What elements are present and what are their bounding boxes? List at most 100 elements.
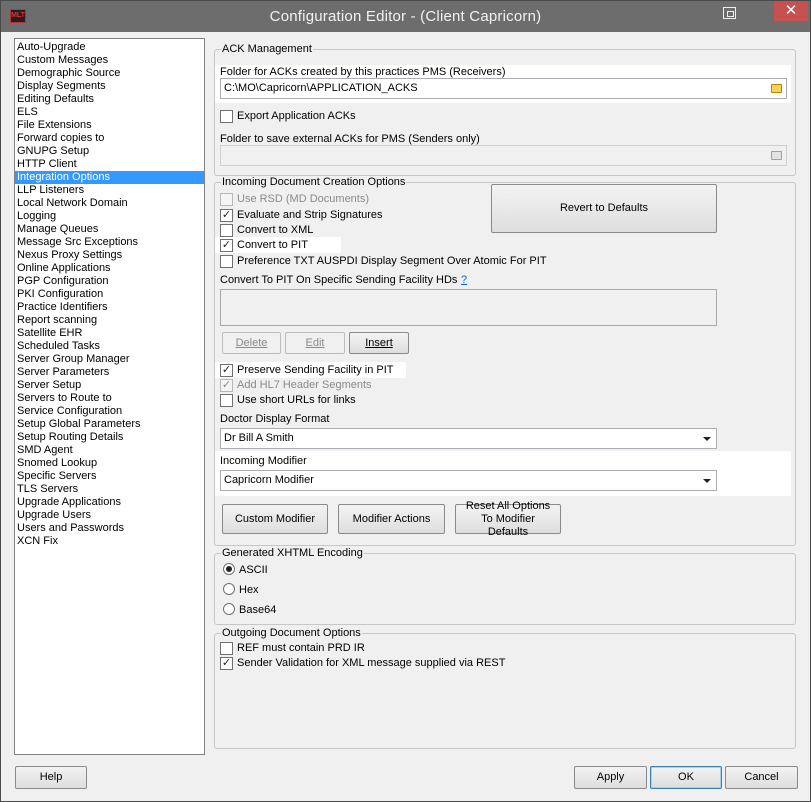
delete-button-label: Delete — [235, 336, 268, 349]
restore-window-icon[interactable] — [723, 7, 736, 19]
category-items: Auto-Upgrade Custom Messages Demographic S… — [15, 39, 204, 548]
window-title: Configuration Editor - (Client Capricorn… — [269, 8, 542, 25]
sidebar-item[interactable]: Server Parameters — [15, 366, 204, 379]
ref-prd-checkbox[interactable] — [220, 642, 233, 655]
apply-button[interactable]: Apply — [574, 766, 647, 789]
sidebar-item[interactable]: Server Group Manager — [15, 353, 204, 366]
outgoing-options-title: Outgoing Document Options — [221, 627, 362, 639]
sidebar-item[interactable]: XCN Fix — [15, 535, 204, 548]
doctor-format-select[interactable]: Dr Bill A Smith — [220, 428, 717, 449]
sidebar-item[interactable]: Upgrade Applications — [15, 496, 204, 509]
sidebar-item[interactable]: Online Applications — [15, 262, 204, 275]
encoding-hex-radio[interactable] — [223, 583, 235, 595]
export-acks-label: Export Application ACKs — [237, 110, 356, 122]
export-acks-checkbox[interactable] — [220, 110, 233, 123]
sidebar-item[interactable]: Message Src Exceptions — [15, 236, 204, 249]
sidebar-item[interactable]: File Extensions — [15, 119, 204, 132]
sidebar-item[interactable]: Forward copies to — [15, 132, 204, 145]
convert-xml-label: Convert to XML — [237, 224, 314, 236]
cancel-button[interactable]: Cancel — [725, 766, 798, 789]
sidebar-item[interactable]: Auto-Upgrade — [15, 41, 204, 54]
insert-button[interactable]: Insert — [349, 332, 409, 354]
encoding-base64-radio[interactable] — [223, 603, 235, 615]
sending-facility-list[interactable] — [220, 289, 717, 326]
sidebar-item[interactable]: Editing Defaults — [15, 93, 204, 106]
ref-prd-label: REF must contain PRD IR — [237, 642, 365, 654]
sidebar-item[interactable]: Setup Global Parameters — [15, 418, 204, 431]
modifier-actions-button[interactable]: Modifier Actions — [338, 504, 445, 534]
use-rsd-checkbox — [220, 193, 233, 206]
edit-button: Edit — [285, 332, 345, 354]
sidebar-item[interactable]: Setup Routing Details — [15, 431, 204, 444]
preserve-facility-checkbox[interactable]: ✓ — [220, 364, 233, 377]
short-urls-label: Use short URLs for links — [237, 394, 356, 406]
convert-pit-checkbox[interactable]: ✓ — [220, 239, 233, 252]
sidebar-item[interactable]: Display Segments — [15, 80, 204, 93]
sidebar-item[interactable]: Snomed Lookup — [15, 457, 204, 470]
sidebar-item[interactable]: Integration Options — [15, 171, 204, 184]
sidebar-item[interactable]: PGP Configuration — [15, 275, 204, 288]
sidebar-item[interactable]: Logging — [15, 210, 204, 223]
sidebar-item[interactable]: Report scanning — [15, 314, 204, 327]
insert-button-label: Insert — [365, 336, 393, 349]
incoming-modifier-value: Capricorn Modifier — [224, 474, 314, 486]
sidebar-item[interactable]: LLP Listeners — [15, 184, 204, 197]
incoming-modifier-select[interactable]: Capricorn Modifier — [220, 470, 717, 491]
close-window-button[interactable]: ✕ — [774, 1, 808, 21]
sidebar-item[interactable]: GNUPG Setup — [15, 145, 204, 158]
incoming-modifier-label: Incoming Modifier — [220, 455, 307, 467]
sidebar-item[interactable]: Practice Identifiers — [15, 301, 204, 314]
sidebar-item[interactable]: Satellite EHR — [15, 327, 204, 340]
receivers-folder-field[interactable]: C:\MO\Capricorn\APPLICATION_ACKS — [220, 78, 787, 99]
evaluate-signatures-label: Evaluate and Strip Signatures — [237, 209, 383, 221]
sidebar-item[interactable]: Demographic Source — [15, 67, 204, 80]
title-bar[interactable]: MLT Configuration Editor - (Client Capri… — [1, 1, 810, 32]
sidebar-item[interactable]: Local Network Domain — [15, 197, 204, 210]
preference-txt-checkbox[interactable] — [220, 255, 233, 268]
senders-folder-field — [220, 145, 787, 166]
browse-folder-icon[interactable] — [771, 84, 782, 93]
sidebar-item[interactable]: ELS — [15, 106, 204, 119]
specific-facility-label: Convert To PIT On Specific Sending Facil… — [220, 274, 458, 286]
settings-category-list[interactable]: Auto-Upgrade Custom Messages Demographic S… — [14, 38, 205, 755]
xhtml-encoding-title: Generated XHTML Encoding — [221, 547, 364, 559]
encoding-ascii-label: ASCII — [239, 564, 268, 576]
sidebar-item[interactable]: Specific Servers — [15, 470, 204, 483]
configuration-editor-window: MLT Configuration Editor - (Client Capri… — [0, 0, 811, 802]
incoming-options-title: Incoming Document Creation Options — [221, 176, 407, 188]
sidebar-item[interactable]: TLS Servers — [15, 483, 204, 496]
sidebar-item[interactable]: Server Setup — [15, 379, 204, 392]
sender-validation-label: Sender Validation for XML message suppli… — [237, 657, 506, 669]
encoding-ascii-radio[interactable] — [223, 563, 235, 575]
custom-modifier-button[interactable]: Custom Modifier — [222, 504, 328, 534]
sidebar-item[interactable]: Manage Queues — [15, 223, 204, 236]
sidebar-item[interactable]: PKI Configuration — [15, 288, 204, 301]
sidebar-item[interactable]: Scheduled Tasks — [15, 340, 204, 353]
evaluate-signatures-checkbox[interactable]: ✓ — [220, 209, 233, 222]
convert-pit-label: Convert to PIT — [237, 239, 308, 251]
help-link[interactable]: ? — [461, 274, 467, 287]
sender-validation-checkbox[interactable]: ✓ — [220, 657, 233, 670]
sidebar-item[interactable]: Custom Messages — [15, 54, 204, 67]
sidebar-item[interactable]: HTTP Client — [15, 158, 204, 171]
reset-options-button[interactable]: Reset All Options To Modifier Defaults — [455, 500, 561, 538]
use-rsd-label: Use RSD (MD Documents) — [237, 193, 370, 205]
doctor-format-value: Dr Bill A Smith — [224, 432, 294, 444]
xhtml-encoding-group: Generated XHTML Encoding — [214, 547, 796, 625]
sidebar-item[interactable]: SMD Agent — [15, 444, 204, 457]
ok-button[interactable]: OK — [650, 766, 722, 789]
sidebar-item[interactable]: Service Configuration — [15, 405, 204, 418]
revert-to-defaults-button[interactable]: Revert to Defaults — [491, 184, 717, 233]
help-button[interactable]: Help — [15, 766, 87, 789]
convert-xml-checkbox[interactable] — [220, 224, 233, 237]
sidebar-item[interactable]: Users and Passwords — [15, 522, 204, 535]
settings-panel: ACK Management Folder for ACKs created b… — [209, 38, 800, 755]
sidebar-item[interactable]: Nexus Proxy Settings — [15, 249, 204, 262]
edit-button-label: Edit — [305, 336, 325, 349]
sidebar-item[interactable]: Servers to Route to — [15, 392, 204, 405]
short-urls-checkbox[interactable] — [220, 394, 233, 407]
encoding-hex-label: Hex — [239, 584, 259, 596]
sidebar-item[interactable]: Upgrade Users — [15, 509, 204, 522]
add-hl7-checkbox: ✓ — [220, 379, 233, 392]
delete-button: Delete — [222, 332, 281, 354]
